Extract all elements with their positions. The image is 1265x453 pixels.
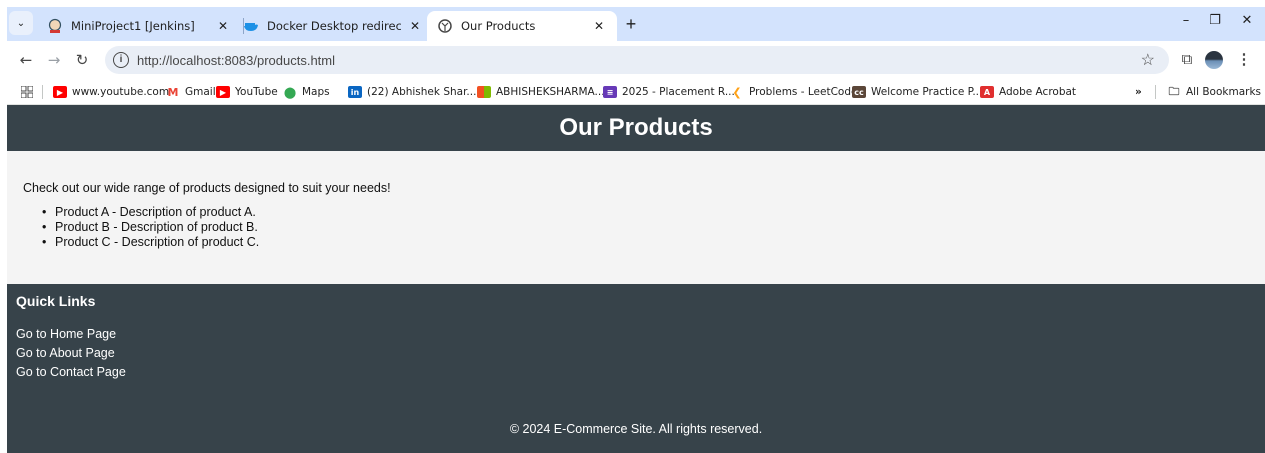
bookmark-item[interactable]: cc Welcome Practice P...	[852, 83, 982, 101]
bookmark-item[interactable]: ▶ YouTube	[216, 83, 278, 101]
list-item: Product B - Description of product B.	[42, 220, 391, 235]
intro-text: Check out our wide range of products des…	[23, 181, 391, 195]
minimize-icon[interactable]: –	[1174, 13, 1198, 35]
jenkins-icon	[47, 18, 63, 34]
page-title: Our Products	[559, 114, 713, 141]
site-info-icon[interactable]: i	[113, 52, 129, 68]
back-icon[interactable]: ←	[15, 49, 37, 71]
linkedin-icon: in	[348, 86, 362, 98]
leetcode-icon: ❮	[732, 85, 742, 99]
tab-title: Docker Desktop redirect | Dock	[267, 19, 401, 33]
docker-icon	[243, 18, 259, 34]
product-list: Product A - Description of product A. Pr…	[42, 205, 391, 250]
globe-icon	[437, 18, 453, 34]
tab-title: MiniProject1 [Jenkins]	[71, 19, 195, 33]
youtube-icon: ▶	[216, 86, 230, 98]
menu-icon[interactable]: ⋮	[1232, 48, 1256, 72]
browser-window: ⌄ MiniProject1 [Jenkins] ✕ Docker Deskto…	[7, 7, 1265, 105]
forms-icon: ≡	[603, 86, 617, 98]
bookmarks-bar: ▶ www.youtube.com M Gmail ▶ YouTube ⬤ Ma…	[7, 78, 1265, 105]
reload-icon[interactable]: ↻	[71, 49, 93, 71]
bookmark-item[interactable]: ⬤ Maps	[283, 83, 330, 101]
forward-icon[interactable]: →	[43, 49, 65, 71]
close-icon[interactable]: ✕	[215, 19, 231, 33]
bookmark-item[interactable]: ❮ Problems - LeetCode	[730, 83, 857, 101]
youtube-icon: ▶	[53, 86, 67, 98]
address-bar[interactable]: i http://localhost:8083/products.html ☆	[105, 46, 1169, 74]
restore-icon[interactable]: ❐	[1203, 13, 1227, 35]
close-icon[interactable]: ✕	[407, 19, 423, 33]
bookmark-item[interactable]: A Adobe Acrobat	[980, 83, 1076, 101]
about-link[interactable]: Go to About Page	[16, 344, 126, 363]
tab-docker[interactable]: Docker Desktop redirect | Dock ✕	[233, 11, 433, 41]
close-window-icon[interactable]: ✕	[1235, 13, 1259, 35]
list-item: Product C - Description of product C.	[42, 235, 391, 250]
bookmark-item[interactable]: ABHISHEKSHARMA...	[477, 83, 605, 101]
more-bookmarks-icon[interactable]: »	[1135, 83, 1142, 101]
maps-icon: ⬤	[283, 85, 297, 99]
url-text[interactable]: http://localhost:8083/products.html	[137, 53, 335, 68]
bookmark-star-icon[interactable]: ☆	[1141, 50, 1155, 70]
new-tab-button[interactable]: +	[621, 15, 641, 35]
tab-strip: ⌄ MiniProject1 [Jenkins] ✕ Docker Deskto…	[7, 7, 1265, 41]
browser-toolbar: ← → ↻ i http://localhost:8083/products.h…	[7, 41, 1265, 78]
bookmark-separator	[1155, 85, 1156, 99]
tab-title: Our Products	[461, 19, 536, 33]
bookmark-item[interactable]: ≡ 2025 - Placement R...	[603, 83, 735, 101]
apps-icon[interactable]	[21, 83, 33, 101]
bookmark-separator	[42, 85, 43, 99]
quick-links-heading: Quick Links	[16, 293, 96, 309]
page-viewport: Our Products Check out our wide range of…	[7, 105, 1265, 453]
folder-icon: 🗀	[1168, 84, 1180, 98]
bookmark-item[interactable]: ▶ www.youtube.com	[53, 83, 169, 101]
copyright-text: © 2024 E-Commerce Site. All rights reser…	[509, 422, 763, 436]
gmail-icon: M	[167, 85, 179, 99]
close-icon[interactable]: ✕	[591, 19, 607, 33]
acrobat-icon: A	[980, 86, 994, 98]
all-bookmarks-button[interactable]: 🗀 All Bookmarks	[1167, 83, 1262, 101]
products-section: Check out our wide range of products des…	[23, 181, 391, 250]
chevron-down-icon: ⌄	[16, 17, 26, 29]
avatar[interactable]	[1205, 51, 1223, 69]
tab-search-button[interactable]: ⌄	[9, 11, 33, 35]
contact-link[interactable]: Go to Contact Page	[16, 363, 126, 382]
codechef-icon: cc	[852, 86, 866, 98]
bookmark-item[interactable]: M Gmail	[166, 83, 216, 101]
home-link[interactable]: Go to Home Page	[16, 325, 126, 344]
quick-links: Go to Home Page Go to About Page Go to C…	[16, 325, 126, 382]
extensions-icon[interactable]: ⧉	[1175, 48, 1199, 72]
bookmark-item[interactable]: in (22) Abhishek Shar...	[348, 83, 476, 101]
list-item: Product A - Description of product A.	[42, 205, 391, 220]
microsoft-icon	[477, 86, 491, 98]
tab-jenkins[interactable]: MiniProject1 [Jenkins] ✕	[37, 11, 241, 41]
site-footer: Quick Links Go to Home Page Go to About …	[7, 284, 1265, 453]
site-header: Our Products	[7, 105, 1265, 151]
tab-our-products[interactable]: Our Products ✕	[427, 11, 617, 41]
